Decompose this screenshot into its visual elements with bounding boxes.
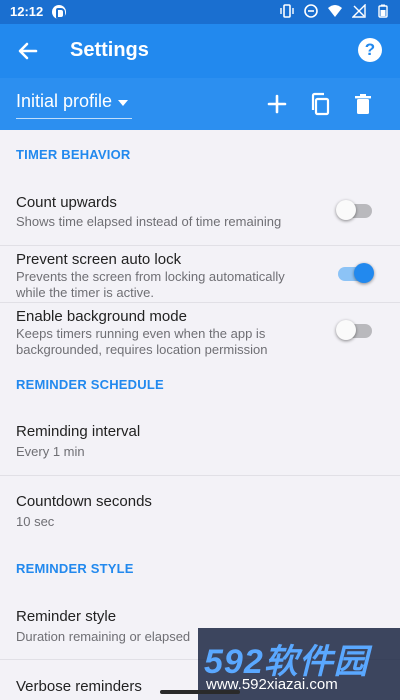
copy-icon[interactable] [307,91,333,117]
section-header-reminder-style: REMINDER STYLE [16,561,134,576]
home-gesture-bar[interactable] [160,690,240,694]
setting-label: Reminding interval [16,423,141,440]
profile-name: Initial profile [16,91,113,111]
setting-prevent-screen-lock[interactable]: Prevent screen auto lock Prevents the sc… [0,246,400,302]
vibrate-icon [280,4,294,18]
back-arrow-icon[interactable] [14,37,42,65]
setting-label: Prevent screen auto lock [16,251,182,268]
setting-label: Enable background mode [16,308,187,325]
setting-countdown-seconds[interactable]: Countdown seconds 10 sec [0,486,400,544]
toggle-knob [336,200,356,220]
setting-description: Prevents the screen from locking automat… [16,269,285,300]
delete-icon[interactable] [350,91,376,117]
setting-label: Countdown seconds [16,493,152,510]
setting-value: 10 sec [16,514,55,529]
setting-value: Every 1 min [16,444,85,459]
setting-description: Shows time elapsed instead of time remai… [16,214,282,229]
setting-label: Count upwards [16,194,117,211]
app-bar: Settings ? [0,24,400,78]
background-mode-toggle[interactable] [336,320,372,340]
add-icon[interactable] [264,91,290,117]
setting-label: Verbose reminders [16,678,142,695]
page-title: Settings [70,39,149,61]
help-icon[interactable]: ? [358,38,382,62]
no-signal-icon [352,4,366,18]
profile-bar: Initial profile [0,78,400,130]
count-upwards-toggle[interactable] [336,200,372,220]
setting-reminding-interval[interactable]: Reminding interval Every 1 min [0,416,400,474]
do-not-disturb-icon [304,4,318,18]
setting-label: Reminder style [16,608,117,625]
dropdown-caret-icon [118,100,129,106]
status-icons [280,4,390,18]
toggle-knob [354,263,374,283]
prevent-screen-lock-toggle[interactable] [338,263,374,283]
divider [0,475,400,476]
setting-description: Keeps timers running even when the app i… [16,326,268,357]
toggle-knob [336,320,356,340]
status-time: 12:12 [10,4,44,19]
status-bar: 12:12 [0,0,400,24]
section-header-reminder-schedule: REMINDER SCHEDULE [16,377,164,392]
setting-count-upwards[interactable]: Count upwards Shows time elapsed instead… [0,186,400,242]
profile-dropdown[interactable]: Initial profile [16,91,133,119]
setting-background-mode[interactable]: Enable background mode Keeps timers runn… [0,303,400,359]
battery-icon [378,4,388,18]
app-notification-icon [52,5,66,19]
wifi-icon [328,5,342,17]
section-header-timer-behavior: TIMER BEHAVIOR [16,147,131,162]
